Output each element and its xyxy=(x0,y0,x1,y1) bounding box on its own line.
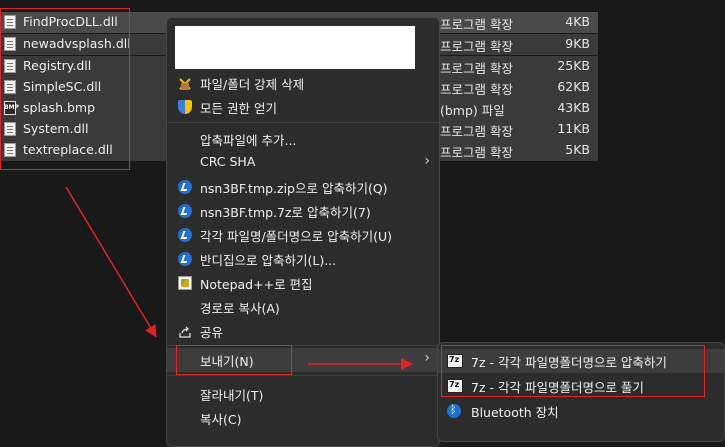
annotation-arrows xyxy=(65,186,413,370)
arrow-to-send-to xyxy=(65,186,157,338)
